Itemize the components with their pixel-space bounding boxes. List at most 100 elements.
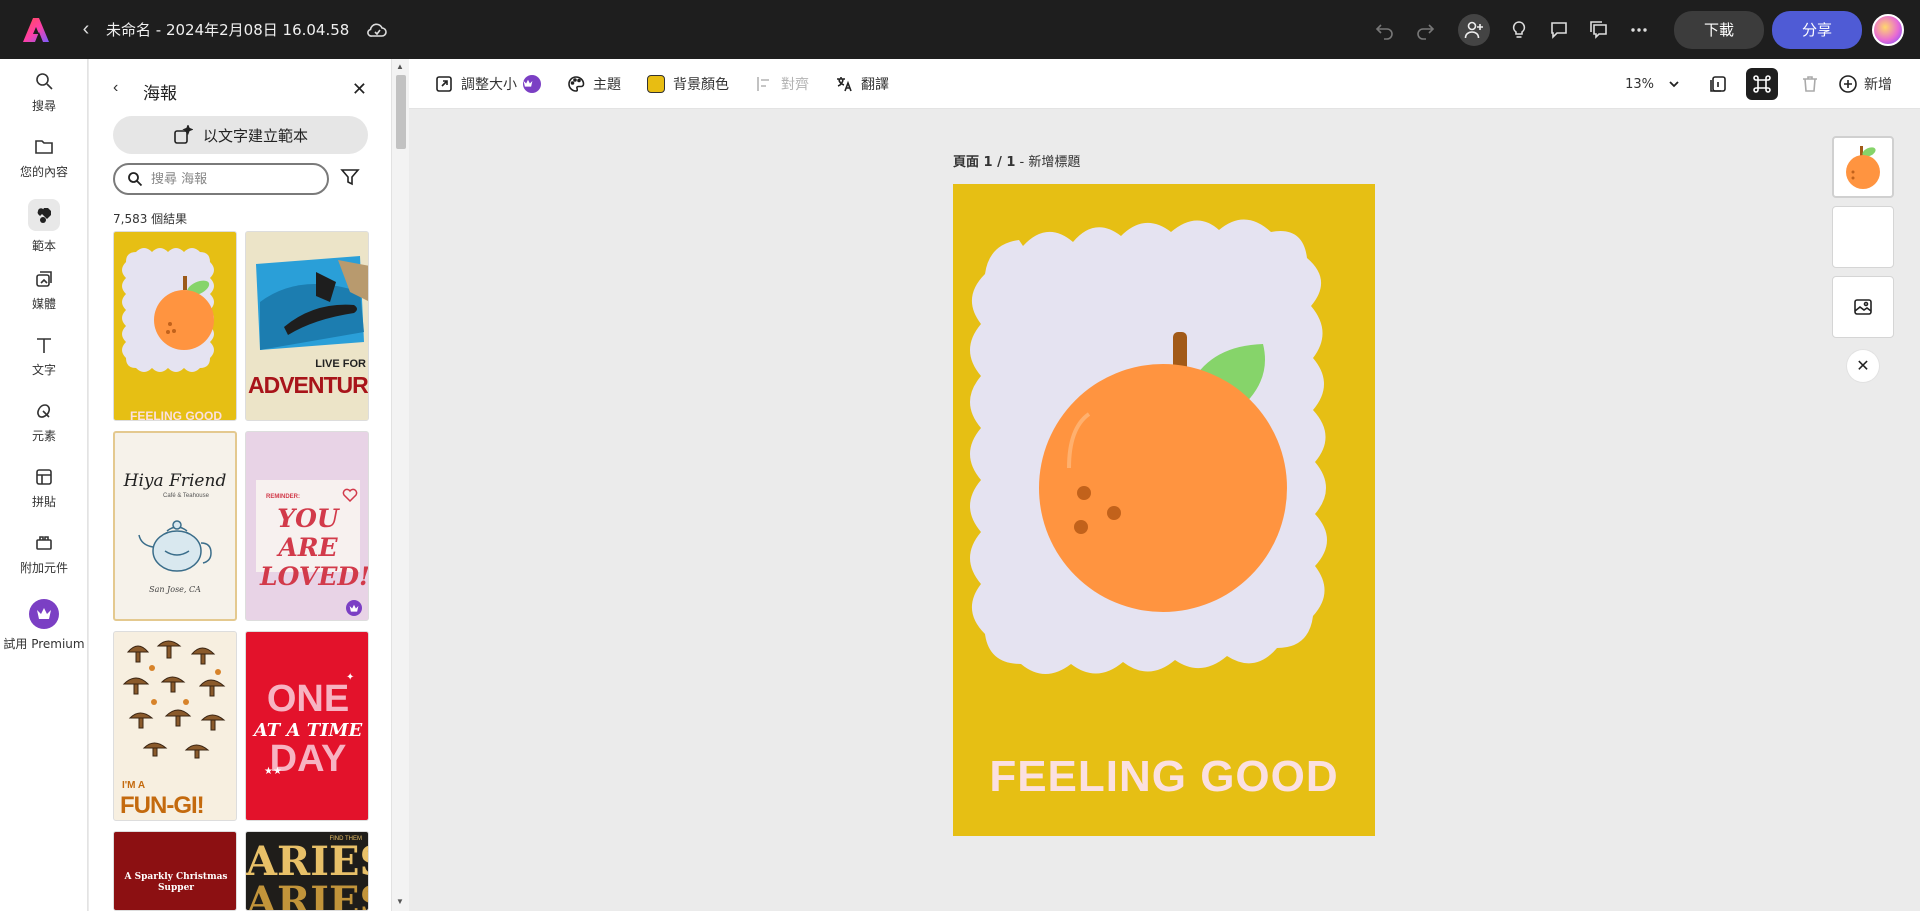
back-arrow-icon[interactable]: ‹ — [113, 79, 118, 97]
lightbulb-icon[interactable] — [1502, 13, 1536, 47]
comment-icon[interactable] — [1542, 13, 1576, 47]
search-icon — [36, 73, 53, 90]
star-icon: ✦ — [346, 672, 355, 683]
translate-button[interactable]: 翻譯 — [835, 74, 889, 94]
filter-icon[interactable] — [340, 167, 360, 187]
theme-label: 主題 — [593, 76, 621, 93]
templates-panel: ‹ 海報 ✕ 以文字建立範本 7,583 個結果 FEELING GOOD — [89, 59, 391, 911]
template-thumb-christmas-supper[interactable]: A Sparkly Christmas Supper — [113, 831, 237, 911]
align-button[interactable]: 對齊 — [755, 74, 809, 94]
scroll-up-arrow-icon[interactable]: ▲ — [396, 62, 404, 71]
rail-label: 範本 — [31, 239, 56, 253]
text-icon — [37, 338, 51, 353]
thumb-subtext: Café & Teahouse — [163, 493, 209, 499]
rail-item-premium[interactable]: 試用 Premium — [0, 599, 88, 652]
rail-item-elements[interactable]: 元素 — [0, 401, 88, 444]
top-bar: ‹ 未命名 - 2024年2月08日 16.04.58 下載 分享 — [0, 0, 1920, 59]
create-from-text-button[interactable]: 以文字建立範本 — [113, 116, 368, 154]
scroll-down-arrow-icon[interactable]: ▼ — [396, 897, 404, 906]
review-icon[interactable] — [1582, 13, 1616, 47]
poster-headline[interactable]: FEELING GOOD — [953, 752, 1375, 802]
page-thumbnail-blank[interactable] — [1832, 206, 1894, 268]
app-logo-icon[interactable] — [22, 17, 50, 43]
rail-item-templates[interactable]: 範本 — [0, 199, 88, 254]
thumb-footer: San Jose, CA — [149, 585, 201, 594]
background-color-label: 背景顏色 — [673, 76, 729, 93]
rail-item-text[interactable]: 文字 — [0, 335, 88, 378]
page-label[interactable]: 頁面 1 / 1 - 新增標題 — [953, 151, 1080, 170]
avatar[interactable] — [1872, 13, 1904, 46]
zoom-value: 13% — [1625, 76, 1654, 92]
rail-item-grid[interactable]: 拼貼 — [0, 467, 88, 510]
template-search-box[interactable] — [113, 163, 329, 195]
pages-icon[interactable] — [1702, 68, 1734, 100]
thumb-text-echo: ARIES — [246, 878, 368, 911]
template-thumb-fungi[interactable]: I'M A FUN-GI! — [113, 631, 237, 821]
align-icon — [757, 76, 769, 91]
translate-label: 翻譯 — [861, 76, 889, 93]
more-icon[interactable] — [1622, 13, 1656, 47]
plus-circle-icon — [1839, 75, 1857, 93]
thumb-text-main: ADVENTURE — [248, 372, 369, 398]
download-button[interactable]: 下載 — [1674, 10, 1764, 49]
search-input[interactable] — [151, 171, 311, 187]
resize-label: 調整大小 — [461, 76, 517, 93]
rail-item-addons[interactable]: 附加元件 — [0, 533, 88, 576]
panel-title: 海報 — [143, 84, 177, 104]
close-icon[interactable]: ✕ — [352, 79, 367, 100]
rail-label: 試用 Premium — [3, 637, 85, 651]
rail-label: 元素 — [31, 429, 56, 443]
redo-icon[interactable] — [1408, 13, 1442, 47]
rail-label: 文字 — [31, 363, 56, 377]
align-label: 對齊 — [781, 76, 809, 93]
grid-icon — [36, 469, 52, 485]
create-from-text-label: 以文字建立範本 — [202, 126, 308, 145]
page-thumbnail-image[interactable] — [1832, 276, 1894, 338]
left-rail: 搜尋 您的內容 範本 媒體 文字 元素 拼貼 附加元件 試用 Premium — [0, 59, 88, 911]
panel-scrollbar[interactable]: ▲ ▼ — [391, 59, 409, 911]
template-thumb-feeling-good[interactable]: FEELING GOOD — [113, 231, 237, 421]
poster-canvas[interactable]: FEELING GOOD — [953, 184, 1375, 836]
heart-icon — [342, 488, 358, 502]
zoom-dropdown[interactable]: 13% — [1625, 77, 1680, 92]
share-button[interactable]: 分享 — [1772, 10, 1862, 49]
template-thumb-aries[interactable]: FIND THEM ARIES ARIES — [245, 831, 369, 911]
rail-label: 搜尋 — [31, 99, 56, 113]
template-thumb-one-day[interactable]: ONE AT A TIME DAY ★★ ✦ — [245, 631, 369, 821]
thumb-text-main: YOU ARE LOVED! — [260, 504, 369, 591]
page-thumbnail-1[interactable] — [1832, 136, 1894, 198]
addons-icon — [36, 536, 52, 550]
invite-icon[interactable] — [1458, 13, 1490, 46]
page-title: - 新增標題 — [1015, 155, 1081, 170]
premium-badge-icon — [346, 600, 362, 616]
rail-label: 您的內容 — [19, 165, 68, 179]
poster-artwork[interactable] — [953, 184, 1375, 836]
delete-icon[interactable] — [1794, 68, 1826, 100]
theme-button[interactable]: 主題 — [567, 74, 621, 94]
background-color-button[interactable]: 背景顏色 — [647, 74, 729, 94]
undo-icon[interactable] — [1368, 13, 1402, 47]
search-icon — [128, 172, 143, 187]
add-label: 新增 — [1864, 77, 1892, 93]
template-thumb-hiya-friend[interactable]: Hiya Friend Café & Teahouse San Jose, CA — [113, 431, 237, 621]
thumb-text: Hiya Friend — [123, 471, 227, 491]
elements-icon — [37, 404, 51, 418]
close-pages-icon[interactable]: ✕ — [1847, 350, 1879, 382]
add-page-button[interactable]: 新增 — [1838, 74, 1892, 94]
thumb-text-main: FUN-GI! — [120, 792, 205, 819]
star-icon: ★★ — [264, 766, 282, 777]
rail-item-search[interactable]: 搜尋 — [0, 71, 88, 114]
template-thumb-you-are-loved[interactable]: REMINDER: YOU ARE LOVED! — [245, 431, 369, 621]
back-chevron-icon[interactable]: ‹ — [76, 18, 96, 41]
rail-item-media[interactable]: 媒體 — [0, 269, 88, 312]
template-thumb-adventure[interactable]: LIVE FOR ADVENTURE — [245, 231, 369, 421]
rail-item-your-content[interactable]: 您的內容 — [0, 137, 88, 180]
scrollbar-thumb[interactable] — [396, 75, 406, 149]
image-icon — [1854, 299, 1872, 315]
resize-button[interactable]: 調整大小 — [435, 74, 541, 94]
layers-toggle-icon[interactable] — [1746, 68, 1778, 100]
document-title[interactable]: 未命名 - 2024年2月08日 16.04.58 — [106, 19, 349, 40]
folder-icon — [35, 140, 53, 154]
rail-label: 媒體 — [31, 297, 56, 311]
cloud-sync-icon[interactable] — [365, 18, 389, 42]
